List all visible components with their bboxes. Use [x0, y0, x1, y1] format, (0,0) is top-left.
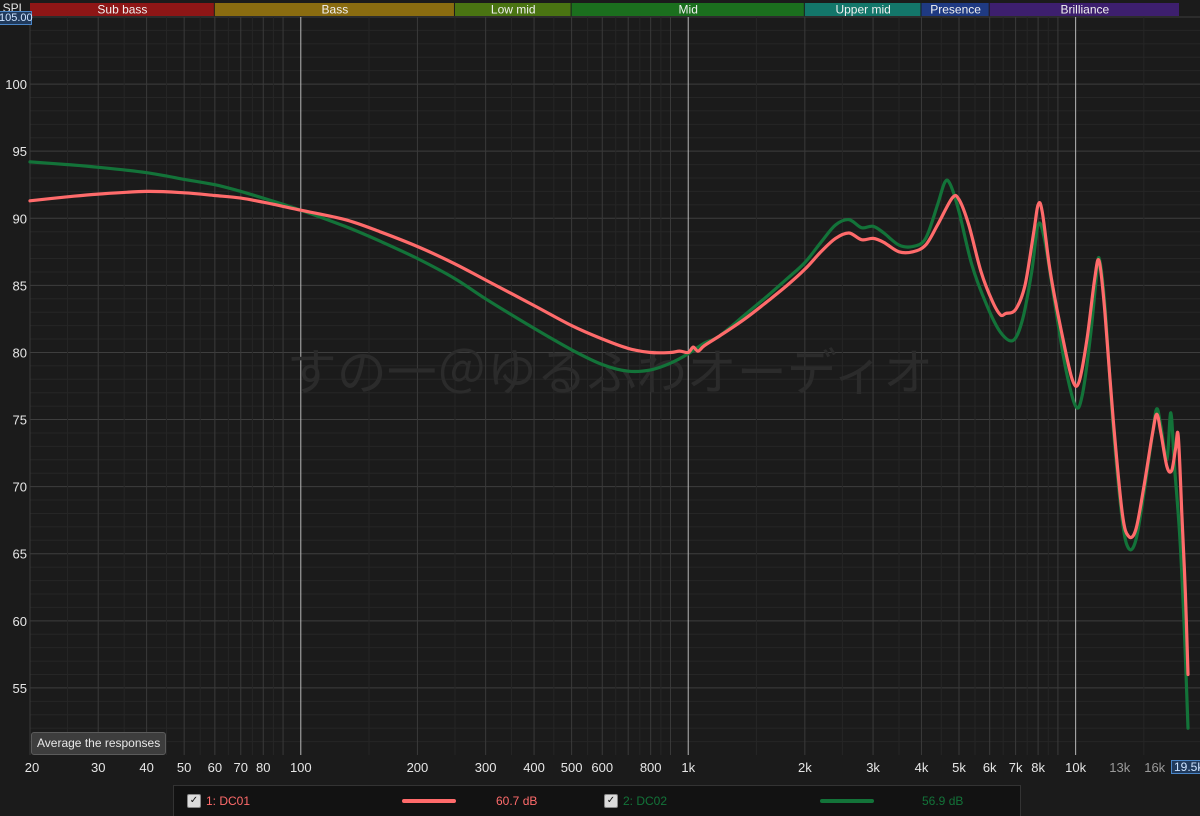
x-tick-label: 10k	[1065, 760, 1086, 775]
y-tick-label: 60	[13, 614, 27, 629]
y-tick-label: 75	[13, 413, 27, 428]
x-tick-label: 3k	[866, 760, 880, 775]
y-max-box[interactable]: 105.00	[0, 11, 33, 25]
x-tick-label: 800	[640, 760, 662, 775]
y-tick-label: 90	[13, 211, 27, 226]
x-tick-label: 1k	[681, 760, 695, 775]
frequency-band-bar: Sub bass Bass Low mid Mid Upper mid Presence B…	[30, 3, 1179, 17]
legend-name: 2: DC02	[623, 794, 668, 808]
average-responses-button[interactable]: Average the responses	[31, 732, 167, 755]
band-label: Presence	[930, 3, 981, 17]
y-tick-label: 65	[13, 547, 27, 562]
legend-item-dc02[interactable]: ✓ 2: DC02 56.9 dB	[594, 786, 1020, 816]
legend-bar: ✓ 1: DC01 60.7 dB ✓ 2: DC02 56.9 dB	[173, 785, 1021, 816]
x-tick-label: 30	[91, 760, 105, 775]
x-tick-label: 400	[523, 760, 545, 775]
watermark: すの一＠ゆるふわオーディオ	[287, 344, 934, 402]
legend-name: 1: DC01	[206, 794, 251, 808]
x-tick-label: 50	[177, 760, 191, 775]
x-tick-label: 2k	[798, 760, 812, 775]
x-tick-label: 600	[591, 760, 613, 775]
x-tick-label: 500	[561, 760, 583, 775]
legend-swatch	[820, 799, 874, 803]
band-label: Mid	[679, 3, 698, 17]
y-axis: 55 60 65 70 75 80 85 90 95 100	[5, 77, 27, 696]
y-tick-label: 95	[13, 144, 27, 159]
y-tick-label: 55	[13, 681, 27, 696]
x-tick-label: 40	[139, 760, 153, 775]
x-tick-label: 5k	[952, 760, 966, 775]
x-tick-label: 70	[234, 760, 248, 775]
legend-swatch	[402, 799, 456, 803]
x-tick-label: 16k	[1144, 760, 1165, 775]
x-tick-label: 8k	[1031, 760, 1045, 775]
y-tick-label: 100	[5, 77, 27, 92]
x-tick-label: 80	[256, 760, 270, 775]
band-label: Sub bass	[97, 3, 147, 17]
legend-value: 60.7 dB	[496, 794, 538, 808]
frequency-response-chart: Sub bass Bass Low mid Mid Upper mid Presence B…	[3, 1, 1200, 775]
x-tick-label: 200	[407, 760, 429, 775]
legend-item-dc01[interactable]: ✓ 1: DC01 60.7 dB	[174, 786, 594, 816]
band-label: Low mid	[491, 3, 536, 17]
x-max-box[interactable]: 19.5k	[1171, 760, 1200, 774]
x-tick-label: 60	[208, 760, 222, 775]
x-tick-label: 100	[290, 760, 312, 775]
x-axis: 20 30 40 50 60 70 80 100 200 300 400 500 600 800 1k 2k 3…	[25, 760, 1166, 775]
x-tick-label: 300	[475, 760, 497, 775]
band-label: Brilliance	[1060, 3, 1109, 17]
x-tick-label: 20	[25, 760, 39, 775]
legend-value: 56.9 dB	[922, 794, 964, 808]
band-label: Upper mid	[835, 3, 890, 17]
x-tick-label: 6k	[983, 760, 997, 775]
x-tick-label: 13k	[1109, 760, 1130, 775]
checkbox-checked-icon[interactable]: ✓	[187, 794, 201, 808]
x-tick-label: 7k	[1009, 760, 1023, 775]
y-tick-label: 70	[13, 480, 27, 495]
band-label: Bass	[322, 3, 349, 17]
x-tick-label: 4k	[915, 760, 929, 775]
y-tick-label: 85	[13, 278, 27, 293]
y-tick-label: 80	[13, 345, 27, 360]
checkbox-checked-icon[interactable]: ✓	[604, 794, 618, 808]
